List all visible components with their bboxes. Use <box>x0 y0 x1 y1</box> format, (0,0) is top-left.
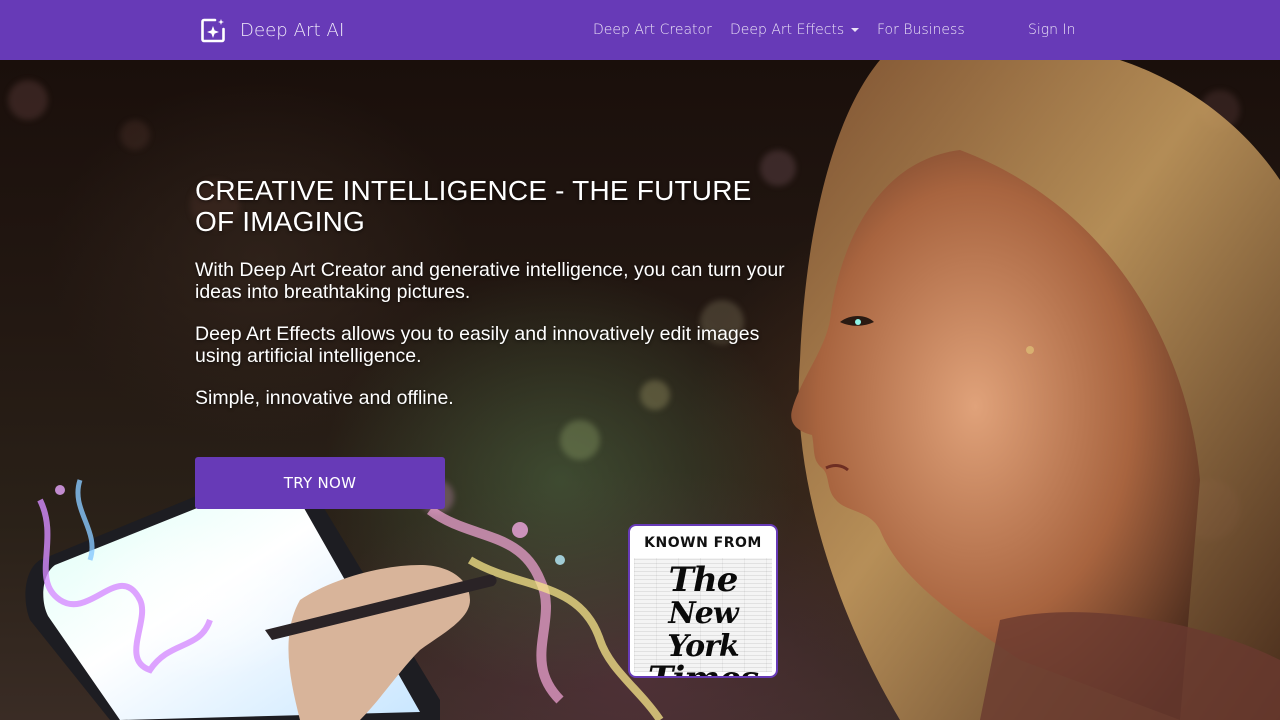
nyt-logo-line: The <box>668 560 739 600</box>
hero-copy: CREATIVE INTELLIGENCE - THE FUTURE OF IM… <box>195 175 785 429</box>
known-from-heading: KNOWN FROM <box>644 535 762 551</box>
brand-link[interactable]: Deep Art AI <box>200 0 344 60</box>
nyt-logo-line: Times <box>630 662 776 676</box>
nav-deep-art-effects-label: Deep Art Effects <box>730 22 845 38</box>
hero-paragraph-effects: Deep Art Effects allows you to easily an… <box>195 323 760 367</box>
hero-paragraph-creator: With Deep Art Creator and generative int… <box>195 259 785 303</box>
nyt-logo-line: New York <box>667 596 739 664</box>
hero-title: CREATIVE INTELLIGENCE - THE FUTURE OF IM… <box>195 175 752 237</box>
top-navbar: Deep Art AI Deep Art Creator Deep Art Ef… <box>0 0 1280 60</box>
brand-name: Deep Art AI <box>240 19 345 41</box>
nav-sign-in[interactable]: Sign In <box>1028 0 1076 60</box>
hero-paragraph-tagline: Simple, innovative and offline. <box>195 387 454 409</box>
sparkle-frame-icon <box>201 18 225 42</box>
known-from-nyt-badge[interactable]: KNOWN FROM The New York Times <box>628 524 778 678</box>
caret-down-icon <box>851 28 860 32</box>
nav-for-business[interactable]: For Business <box>877 0 965 60</box>
nav-deep-art-effects-dropdown[interactable]: Deep Art Effects <box>730 0 860 60</box>
nav-deep-art-creator[interactable]: Deep Art Creator <box>593 0 712 60</box>
nyt-logo: The New York Times <box>630 560 776 676</box>
try-now-button[interactable]: TRY NOW <box>195 457 445 509</box>
